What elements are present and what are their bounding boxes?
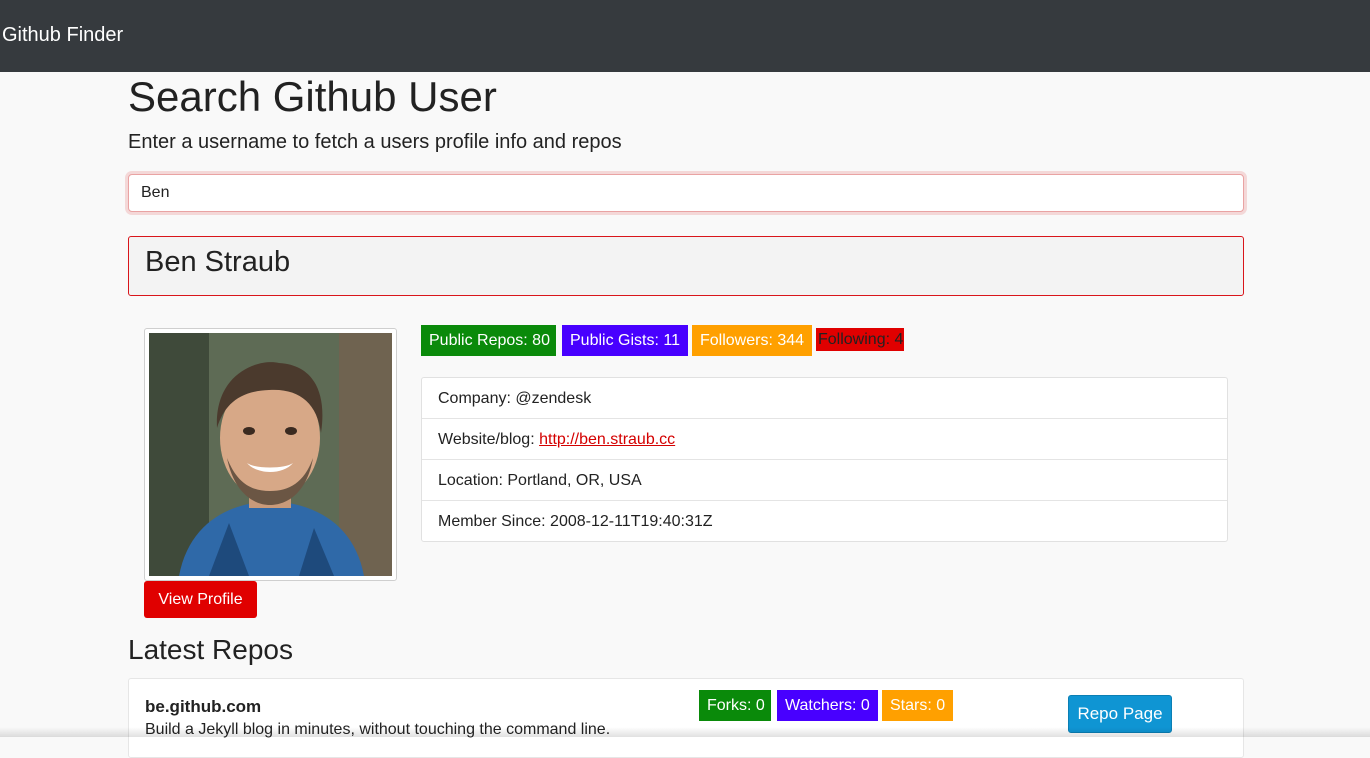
- website-label: Website/blog:: [438, 431, 540, 448]
- repo-card: be.github.com Build a Jekyll blog in min…: [128, 678, 1244, 758]
- profile-details-list: Company: @zendesk Website/blog: http://b…: [421, 377, 1228, 542]
- profile-name-card: Ben Straub: [128, 236, 1244, 296]
- latest-repos-heading: Latest Repos: [128, 634, 293, 665]
- user-avatar-icon: [149, 333, 392, 576]
- navbar: Github Finder: [0, 0, 1370, 72]
- navbar-brand[interactable]: Github Finder: [2, 24, 123, 47]
- location-item: Location: Portland, OR, USA: [422, 460, 1227, 501]
- member-since-item: Member Since: 2008-12-11T19:40:31Z: [438, 513, 713, 530]
- avatar: [144, 328, 397, 581]
- repo-watchers-badge: Watchers: 0: [777, 690, 878, 721]
- repo-forks-badge: Forks: 0: [699, 690, 771, 721]
- view-profile-button[interactable]: View Profile: [144, 581, 257, 618]
- following-badge: Following: 4: [816, 328, 904, 351]
- followers-badge: Followers: 344: [692, 325, 812, 356]
- search-input[interactable]: [128, 174, 1244, 212]
- page-title: Search Github User: [128, 73, 497, 120]
- company-item: Company: @zendesk: [422, 378, 1227, 419]
- page-subtitle: Enter a username to fetch a users profil…: [128, 131, 622, 153]
- website-link[interactable]: http://ben.straub.cc: [539, 431, 675, 448]
- website-item: Website/blog: http://ben.straub.cc: [422, 419, 1227, 460]
- repo-name: be.github.com: [145, 697, 262, 716]
- bottom-shadow: [0, 727, 1370, 737]
- public-gists-badge: Public Gists: 11: [562, 325, 688, 356]
- repo-stars-badge: Stars: 0: [882, 690, 953, 721]
- profile-name: Ben Straub: [145, 246, 291, 278]
- public-repos-badge: Public Repos: 80: [421, 325, 556, 356]
